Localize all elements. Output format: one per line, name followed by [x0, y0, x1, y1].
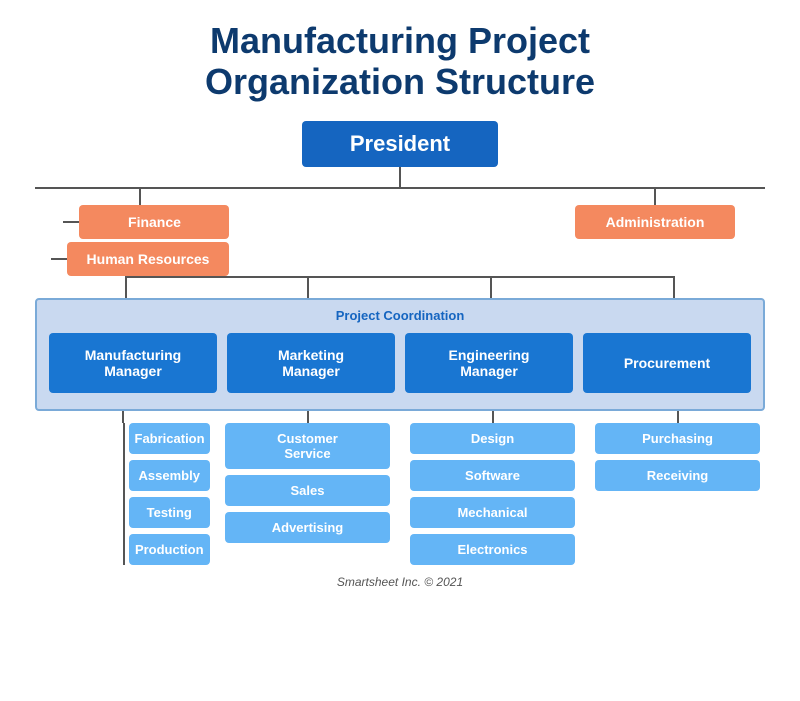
- engineering-sub-col: Design Software Mechanical Electronics: [405, 411, 580, 565]
- managers-row: ManufacturingManager MarketingManager En…: [49, 333, 751, 393]
- right-branch: Administration: [545, 189, 765, 239]
- procurement-box: Procurement: [583, 333, 751, 393]
- assembly-box: Assembly: [129, 460, 211, 491]
- admin-box: Administration: [575, 205, 735, 239]
- electronics-box: Electronics: [410, 534, 575, 565]
- coord-label: Project Coordination: [49, 308, 751, 323]
- advertising-box: Advertising: [225, 512, 390, 543]
- president-box: President: [302, 121, 498, 167]
- fhr-bracket: Finance Human Resources: [51, 205, 230, 276]
- sub-section: Fabrication Assembly Testing Production: [35, 411, 765, 565]
- hr-box: Human Resources: [67, 242, 230, 276]
- left-vline: [139, 189, 141, 205]
- marketing-sub-col: CustomerService Sales Advertising: [220, 411, 395, 565]
- design-box: Design: [410, 423, 575, 454]
- footer: Smartsheet Inc. © 2021: [30, 575, 770, 589]
- second-connector: [35, 276, 765, 298]
- left-branch: Finance Human Resources: [35, 189, 245, 276]
- manufacturing-manager-box: ManufacturingManager: [49, 333, 217, 393]
- sales-box: Sales: [225, 475, 390, 506]
- page-title: Manufacturing Project Organization Struc…: [30, 20, 770, 103]
- right-vline: [654, 189, 656, 205]
- procurement-sub-col: Purchasing Receiving: [590, 411, 765, 565]
- finance-box: Finance: [79, 205, 229, 239]
- fabrication-box: Fabrication: [129, 423, 211, 454]
- mechanical-box: Mechanical: [410, 497, 575, 528]
- customer-service-box: CustomerService: [225, 423, 390, 469]
- pres-vline: [399, 167, 401, 187]
- org-chart: President Finance: [30, 121, 770, 565]
- purchasing-box: Purchasing: [595, 423, 760, 454]
- coord-section: Project Coordination ManufacturingManage…: [35, 298, 765, 411]
- top-branch-row: Finance Human Resources Administration: [35, 189, 765, 276]
- marketing-manager-box: MarketingManager: [227, 333, 395, 393]
- receiving-box: Receiving: [595, 460, 760, 491]
- production-box: Production: [129, 534, 211, 565]
- engineering-manager-box: EngineeringManager: [405, 333, 573, 393]
- manufacturing-sub-col: Fabrication Assembly Testing Production: [35, 411, 210, 565]
- software-box: Software: [410, 460, 575, 491]
- testing-box: Testing: [129, 497, 211, 528]
- fhr-hlines: Finance Human Resources: [51, 205, 230, 276]
